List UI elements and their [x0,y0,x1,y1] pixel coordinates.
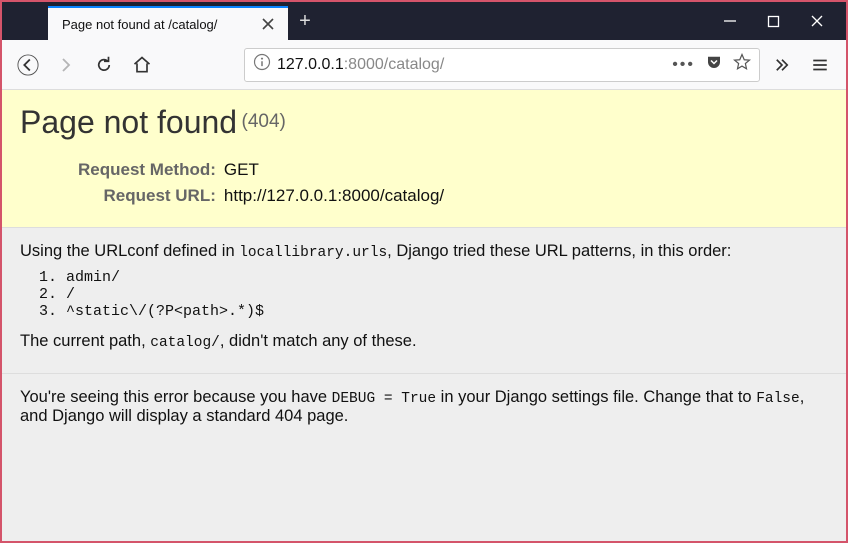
page-content: Page not found (404) Request Method: GET… [2,90,846,541]
error-summary: Page not found (404) Request Method: GET… [2,90,846,228]
pocket-icon[interactable] [705,53,723,76]
outro-text: The current path, catalog/, didn't match… [20,332,828,351]
debug-text: You're seeing this error because you hav… [20,388,828,426]
browser-tab[interactable]: Page not found at /catalog/ [48,6,288,40]
home-button[interactable] [126,49,158,81]
forward-button[interactable] [50,49,82,81]
window-controls [701,2,846,40]
url-actions: ••• [672,53,751,76]
title-bar: Page not found at /catalog/ + [2,2,846,40]
new-tab-button[interactable]: + [288,2,322,40]
error-heading: Page not found [20,104,237,140]
intro-text: Using the URLconf defined in locallibrar… [20,242,828,261]
url-path: :8000/catalog/ [344,56,445,73]
error-status: (404) [242,111,286,132]
tab-title: Page not found at /catalog/ [62,17,248,32]
request-url-value: http://127.0.0.1:8000/catalog/ [224,183,444,209]
window-close-icon[interactable] [810,14,824,28]
url-pattern: admin/ [66,269,828,286]
reload-button[interactable] [88,49,120,81]
toolbar: 127.0.0.1:8000/catalog/ ••• [2,40,846,90]
minimize-icon[interactable] [723,14,737,28]
close-tab-icon[interactable] [258,14,278,34]
current-path: catalog/ [150,335,220,351]
hamburger-menu-icon[interactable] [804,49,836,81]
back-button[interactable] [12,49,44,81]
request-method-value: GET [224,157,444,183]
url-host: 127.0.0.1 [277,56,344,73]
url-text[interactable]: 127.0.0.1:8000/catalog/ [277,56,666,74]
url-patterns-list: admin/ / ^static\/(?P<path>.*)$ [66,269,828,320]
debug-explanation: You're seeing this error because you hav… [2,374,846,448]
url-pattern: ^static\/(?P<path>.*)$ [66,303,828,320]
request-method-label: Request Method: [78,157,224,183]
bookmark-star-icon[interactable] [733,53,751,76]
url-bar[interactable]: 127.0.0.1:8000/catalog/ ••• [244,48,760,82]
url-pattern: / [66,286,828,303]
urlconf-module: locallibrary.urls [239,245,387,261]
request-url-label: Request URL: [78,183,224,209]
info-icon[interactable] [253,53,271,76]
request-meta: Request Method: GET Request URL: http://… [78,157,444,209]
maximize-icon[interactable] [767,15,780,28]
overflow-chevrons-icon[interactable] [766,49,798,81]
page-actions-icon[interactable]: ••• [672,56,695,74]
urlconf-info: Using the URLconf defined in locallibrar… [2,228,846,374]
